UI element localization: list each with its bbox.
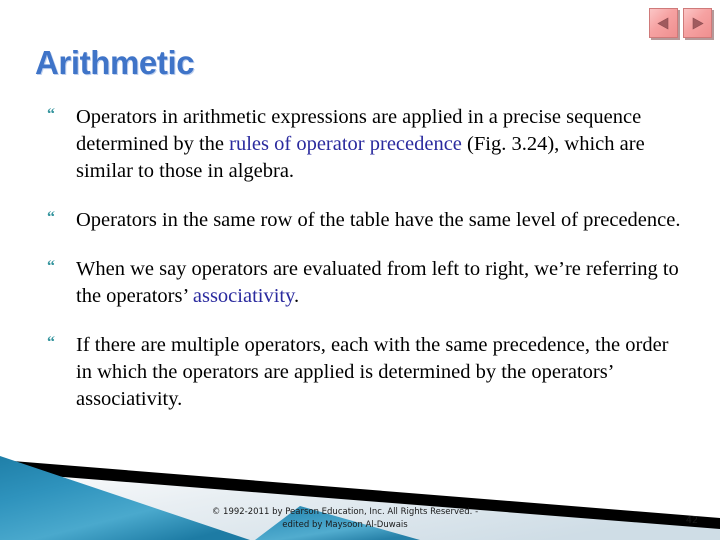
text-segment: If there are multiple operators, each wi…	[76, 334, 669, 410]
bullet-icon: “	[47, 258, 55, 275]
presentation-slide: Arithmetic “ Operators in arithmetic exp…	[0, 0, 720, 540]
list-item: “ Operators in the same row of the table…	[44, 207, 684, 234]
text-segment: .	[294, 285, 300, 307]
page-title: Arithmetic	[35, 44, 195, 81]
slide-navigation	[649, 8, 712, 38]
highlighted-term: associativity	[192, 285, 295, 307]
list-item-text: Operators in arithmetic expressions are …	[76, 106, 645, 182]
text-segment: When we say operators are evaluated from…	[76, 258, 679, 307]
slide-number: 42	[685, 515, 698, 526]
list-item-text: Operators in the same row of the table h…	[76, 209, 680, 231]
bullet-icon: “	[47, 334, 55, 351]
list-item: “ Operators in arithmetic expressions ar…	[44, 104, 684, 185]
footer-copyright: © 1992-2011 by Pearson Education, Inc. A…	[0, 506, 720, 532]
list-item-text: When we say operators are evaluated from…	[76, 258, 679, 307]
bullet-icon: “	[47, 209, 55, 226]
next-slide-button[interactable]	[683, 8, 712, 38]
highlighted-term: rules of operator precedence	[229, 133, 462, 155]
copyright-line-1: © 1992-2011 by Pearson Education, Inc. A…	[211, 507, 479, 517]
previous-slide-button[interactable]	[649, 8, 678, 38]
list-item: “ If there are multiple operators, each …	[44, 332, 684, 413]
copyright-line-2: edited by Maysoon Al-Duwais	[282, 520, 408, 530]
text-segment: Operators in the same row of the table h…	[76, 209, 681, 231]
triangle-right-icon	[690, 16, 705, 31]
list-item: “ When we say operators are evaluated fr…	[44, 256, 684, 310]
bullet-list: “ Operators in arithmetic expressions ar…	[44, 104, 684, 413]
bullet-icon: “	[47, 106, 55, 123]
triangle-left-icon	[656, 16, 671, 31]
list-item-text: If there are multiple operators, each wi…	[76, 334, 669, 410]
